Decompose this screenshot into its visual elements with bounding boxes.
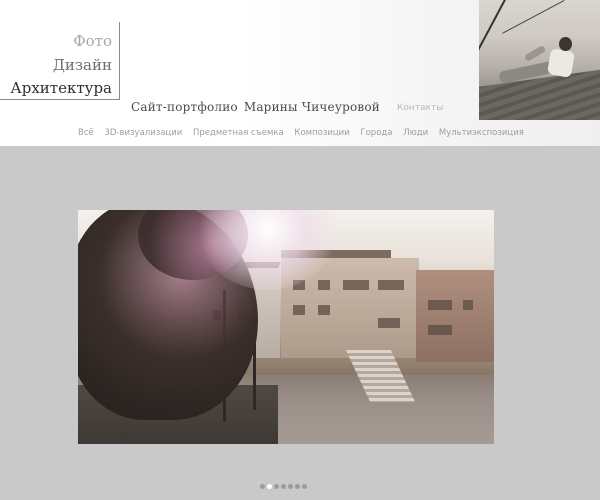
nav-item-multiexposure[interactable]: Мультиэкспозиция (439, 128, 524, 138)
slide-dot[interactable] (302, 484, 307, 489)
scene-window (378, 280, 404, 290)
scene-building-right (416, 270, 494, 362)
tagline-portfolio: Сайт-портфолио (131, 100, 238, 114)
contacts-link[interactable]: Контакты (397, 103, 443, 113)
slideshow-pagination (260, 484, 309, 489)
photo-person-arm (523, 44, 547, 63)
tagline-author: Марины Чичеуровой (243, 100, 380, 114)
scene-window (428, 325, 452, 335)
category-nav: Всё 3D-визуализации Предметная съемка Ко… (78, 128, 532, 138)
site-logo[interactable]: Фото Дизайн Архитектура (0, 22, 120, 100)
nav-item-3d-visualizations[interactable]: 3D-визуализации (104, 128, 182, 138)
nav-item-people[interactable]: Люди (403, 128, 428, 138)
slide-dot[interactable] (274, 484, 279, 489)
scene-window (428, 300, 452, 310)
slide-dot[interactable] (295, 484, 300, 489)
scene-window (318, 280, 330, 290)
slide-dot[interactable] (288, 484, 293, 489)
slideshow-photo[interactable] (78, 210, 494, 444)
site-tagline: Сайт-портфолио Марины Чичеуровой (131, 100, 386, 114)
slide-dot[interactable] (267, 484, 272, 489)
photo-person-body (546, 48, 576, 78)
header-portrait-photo (479, 0, 600, 120)
nav-item-cities[interactable]: Города (360, 128, 392, 138)
logo-line-architecture: Архитектура (10, 79, 112, 97)
scene-window (293, 305, 305, 315)
logo-line-photo: Фото (73, 32, 112, 50)
nav-item-all[interactable]: Всё (78, 128, 94, 138)
photo-wire-2 (502, 0, 565, 34)
scene-window (378, 318, 400, 328)
nav-item-product-photography[interactable]: Предметная съемка (193, 128, 284, 138)
scene-window (463, 300, 473, 310)
slide-dot[interactable] (260, 484, 265, 489)
photo-roof (479, 67, 600, 120)
photo-person-head (559, 37, 572, 51)
slide-dot[interactable] (281, 484, 286, 489)
scene-window (343, 280, 369, 290)
logo-line-design: Дизайн (52, 56, 112, 74)
nav-item-compositions[interactable]: Композиции (294, 128, 349, 138)
scene-window (318, 305, 330, 315)
site-header: Фото Дизайн Архитектура Сайт-портфолио Ма… (0, 0, 600, 146)
